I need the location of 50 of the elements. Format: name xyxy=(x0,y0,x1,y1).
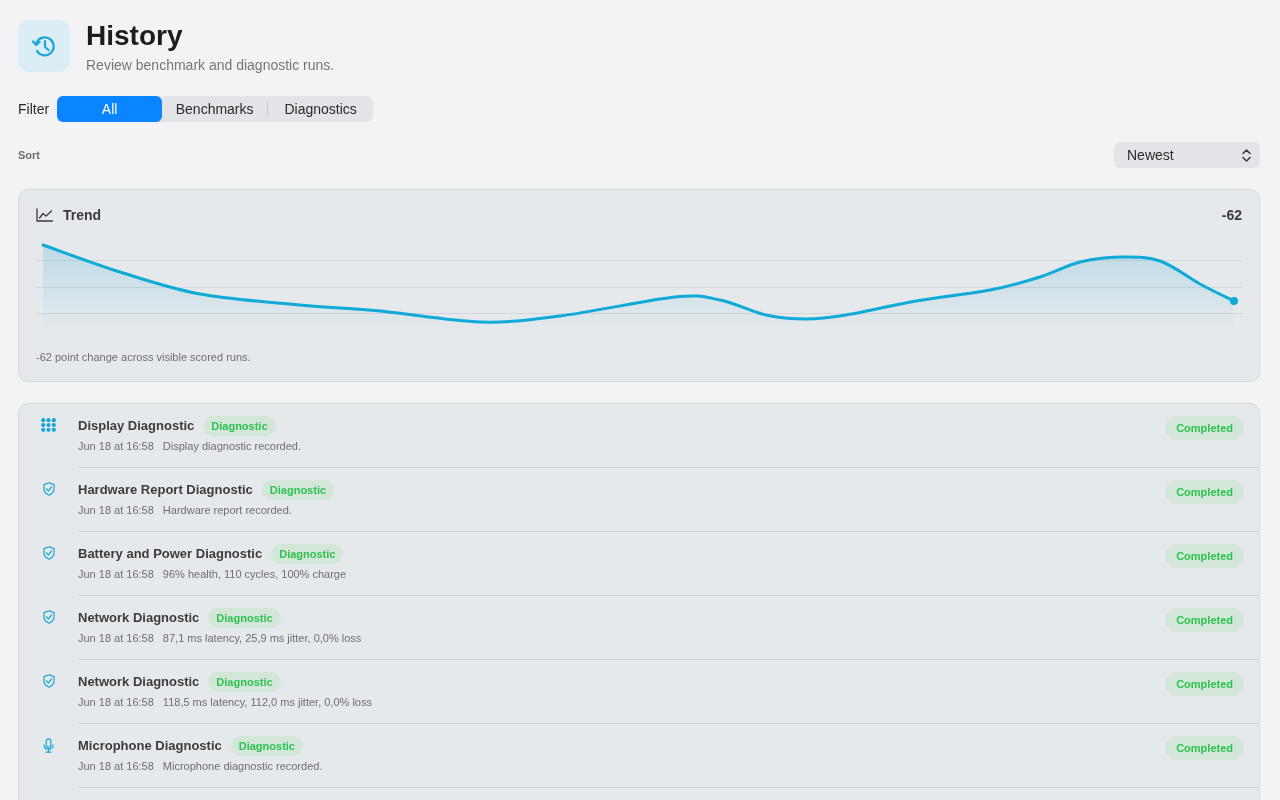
run-title[interactable]: Microphone Diagnostic xyxy=(78,736,222,756)
status-tag: Completed xyxy=(1165,544,1244,568)
run-title[interactable]: Network Diagnostic xyxy=(78,608,200,628)
run-date: Jun 18 at 16:58 xyxy=(78,567,154,582)
filter-segment[interactable]: Diagnostics xyxy=(268,96,374,122)
shield-check-icon xyxy=(42,546,55,560)
trend-title: Trend xyxy=(63,205,102,225)
type-tag: Diagnostic xyxy=(271,544,344,564)
line-chart-icon xyxy=(36,208,53,222)
page-subtitle: Review benchmark and diagnostic runs. xyxy=(86,56,335,74)
status-tag: Completed xyxy=(1165,736,1244,760)
microphone-icon xyxy=(43,738,54,753)
sort-label: Sort xyxy=(18,147,40,163)
shield-check-icon xyxy=(42,610,55,624)
dot-grid-icon xyxy=(41,418,56,432)
run-detail: 96% health, 110 cycles, 100% charge xyxy=(162,567,347,582)
run-date: Jun 18 at 16:58 xyxy=(78,759,154,774)
run-title[interactable]: Battery and Power Diagnostic xyxy=(78,544,263,564)
chevron-up-down-icon xyxy=(1242,148,1251,162)
filter-segment[interactable]: All xyxy=(57,96,163,122)
run-title[interactable]: Display Diagnostic xyxy=(78,416,195,436)
run-detail: Hardware report recorded. xyxy=(162,503,292,518)
filter-label: Filter xyxy=(18,99,50,119)
trend-caption: -62 point change across visible scored runs. xyxy=(36,350,252,365)
run-date: Jun 18 at 16:58 xyxy=(78,439,154,454)
type-tag: Diagnostic xyxy=(261,480,335,500)
run-detail: Microphone diagnostic recorded. xyxy=(162,759,323,774)
type-tag: Diagnostic xyxy=(208,672,281,692)
run-detail: 87,1 ms latency, 25,9 ms jitter, 0,0% loss xyxy=(162,631,362,646)
run-detail: Display diagnostic recorded. xyxy=(162,439,302,454)
status-tag: Completed xyxy=(1165,608,1244,632)
run-title[interactable]: Hardware Report Diagnostic xyxy=(78,480,253,500)
filter-segment[interactable]: Benchmarks xyxy=(162,96,268,122)
status-tag: Completed xyxy=(1165,480,1244,504)
run-title[interactable]: Network Diagnostic xyxy=(78,672,200,692)
shield-check-icon xyxy=(42,482,55,496)
shield-check-icon xyxy=(42,674,55,688)
run-date: Jun 18 at 16:58 xyxy=(78,503,154,518)
run-detail: 118,5 ms latency, 112,0 ms jitter, 0,0% loss xyxy=(162,695,372,710)
type-tag: Diagnostic xyxy=(203,416,276,436)
run-date: Jun 18 at 16:58 xyxy=(78,631,154,646)
page-title: History xyxy=(86,20,184,52)
history-icon xyxy=(18,20,70,72)
run-date: Jun 18 at 16:58 xyxy=(78,695,154,710)
status-tag: Completed xyxy=(1165,672,1244,696)
trend-change: -62 xyxy=(1221,205,1242,225)
type-tag: Diagnostic xyxy=(208,608,281,628)
sort-dropdown[interactable]: Newest xyxy=(1114,142,1260,168)
status-tag: Completed xyxy=(1165,416,1244,440)
type-tag: Diagnostic xyxy=(230,736,303,756)
